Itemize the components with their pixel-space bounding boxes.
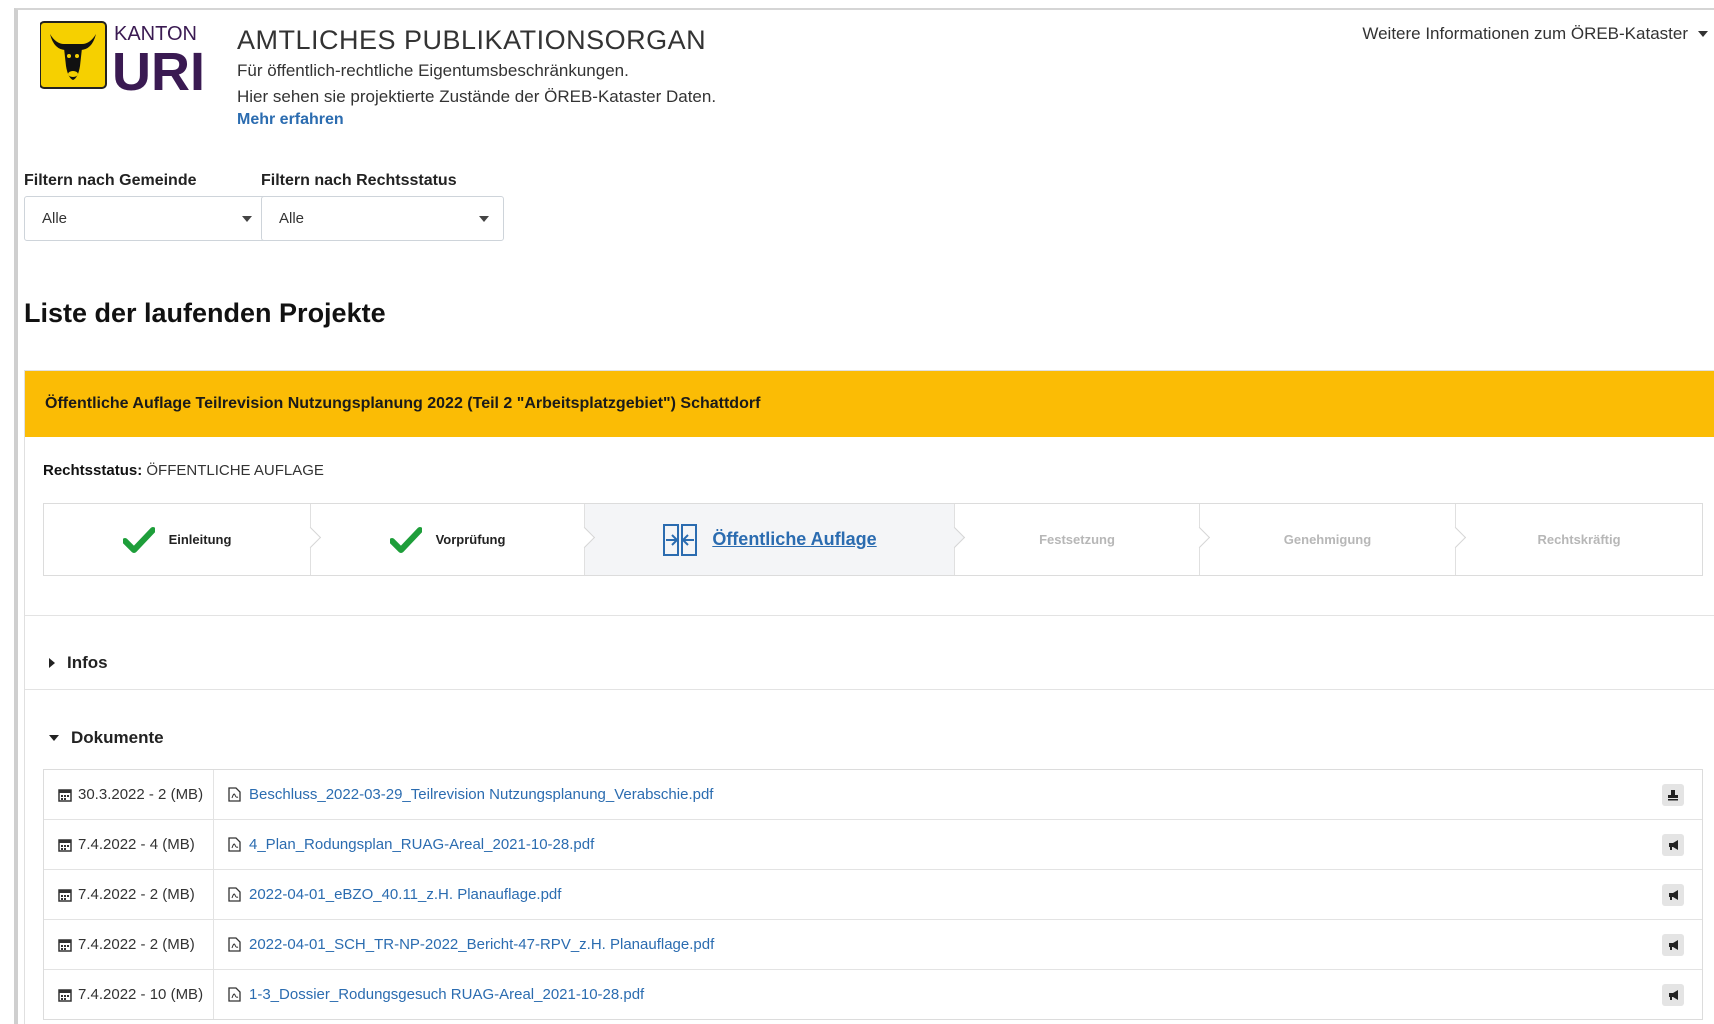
- doc-date-cell: 7.4.2022 - 4 (MB): [44, 820, 214, 869]
- step-rechtskraeftig: Rechtskräftig: [1456, 504, 1702, 575]
- table-row: 7.4.2022 - 2 (MB) 2022-04-01_eBZO_40.11_…: [44, 870, 1702, 920]
- calendar-icon: [58, 938, 72, 952]
- filter-gemeinde-select[interactable]: Alle: [24, 196, 267, 241]
- chevron-down-icon: [1698, 31, 1708, 37]
- filter-rechtsstatus-label: Filtern nach Rechtsstatus: [261, 172, 457, 189]
- process-stepper: Einleitung Vorprüfung Öffentliche Auflag…: [43, 503, 1703, 576]
- step-vorpruefung[interactable]: Vorprüfung: [311, 504, 596, 575]
- step-label-active[interactable]: Öffentliche Auflage: [712, 529, 876, 550]
- step-label: Festsetzung: [1039, 532, 1115, 547]
- chevron-down-icon: [479, 215, 489, 222]
- doc-date: 7.4.2022 - 2 (MB): [78, 936, 195, 953]
- table-row: 7.4.2022 - 4 (MB) 4_Plan_Rodungsplan_RUA…: [44, 820, 1702, 870]
- merge-arrows-icon: [663, 523, 698, 556]
- calendar-icon: [58, 888, 72, 902]
- pdf-file-icon: [228, 987, 241, 1002]
- doc-file-name: 2022-04-01_SCH_TR-NP-2022_Bericht-47-RPV…: [249, 936, 715, 953]
- checkmark-icon: [389, 526, 422, 553]
- filter-rechtsstatus-select[interactable]: Alle: [261, 196, 504, 241]
- step-label: Einleitung: [168, 532, 232, 547]
- checkmark-icon: [122, 526, 155, 553]
- doc-file-link[interactable]: 1-3_Dossier_Rodungsgesuch RUAG-Areal_202…: [214, 986, 1662, 1003]
- status-label: Rechtsstatus:: [43, 462, 143, 479]
- infos-label: Infos: [67, 653, 108, 672]
- doc-file-name: 1-3_Dossier_Rodungsgesuch RUAG-Areal_202…: [249, 986, 645, 1003]
- status-value: ÖFFENTLICHE AUFLAGE: [146, 462, 324, 479]
- doc-date: 30.3.2022 - 2 (MB): [78, 786, 204, 803]
- doc-date-cell: 7.4.2022 - 2 (MB): [44, 870, 214, 919]
- table-row: 30.3.2022 - 2 (MB) Beschluss_2022-03-29_…: [44, 770, 1702, 820]
- calendar-icon: [58, 988, 72, 1002]
- documents-table: 30.3.2022 - 2 (MB) Beschluss_2022-03-29_…: [43, 769, 1703, 1020]
- infos-toggle[interactable]: Infos: [49, 653, 108, 673]
- pdf-file-icon: [228, 937, 241, 952]
- project-card: Öffentliche Auflage Teilrevision Nutzung…: [24, 370, 1714, 1024]
- doc-file-link[interactable]: Beschluss_2022-03-29_Teilrevision Nutzun…: [214, 786, 1662, 803]
- table-row: 7.4.2022 - 2 (MB) 2022-04-01_SCH_TR-NP-2…: [44, 920, 1702, 970]
- step-label: Genehmigung: [1283, 532, 1372, 547]
- app-frame: KANTON URI AMTLICHES PUBLIKATIONSORGAN F…: [14, 8, 1714, 1024]
- pdf-file-icon: [228, 787, 241, 802]
- step-einleitung[interactable]: Einleitung: [44, 504, 322, 575]
- project-title: Öffentliche Auflage Teilrevision Nutzung…: [25, 371, 1714, 437]
- calendar-icon: [58, 788, 72, 802]
- chevron-down-icon: [242, 215, 252, 222]
- dokumente-toggle[interactable]: Dokumente: [49, 728, 164, 748]
- pdf-file-icon: [228, 887, 241, 902]
- svg-text:URI: URI: [112, 42, 205, 100]
- doc-date: 7.4.2022 - 4 (MB): [78, 836, 195, 853]
- megaphone-icon: [1669, 889, 1678, 900]
- pdf-file-icon: [228, 837, 241, 852]
- org-subtitle-2: Hier sehen sie projektierte Zustände der…: [237, 87, 717, 106]
- doc-action-button[interactable]: [1662, 933, 1684, 956]
- doc-action-button[interactable]: [1662, 783, 1684, 806]
- caret-right-icon: [49, 658, 55, 668]
- step-label: Rechtskräftig: [1537, 532, 1621, 547]
- table-row: 7.4.2022 - 10 (MB) 1-3_Dossier_Rodungsge…: [44, 970, 1702, 1019]
- megaphone-icon: [1669, 989, 1678, 1000]
- org-title: AMTLICHES PUBLIKATIONSORGAN: [237, 25, 707, 55]
- doc-file-link[interactable]: 2022-04-01_SCH_TR-NP-2022_Bericht-47-RPV…: [214, 936, 1662, 953]
- doc-file-link[interactable]: 2022-04-01_eBZO_40.11_z.H. Planauflage.p…: [214, 886, 1662, 903]
- doc-action-button[interactable]: [1662, 833, 1684, 856]
- doc-file-name: 2022-04-01_eBZO_40.11_z.H. Planauflage.p…: [249, 886, 562, 903]
- caret-down-icon: [49, 735, 59, 741]
- doc-date-cell: 30.3.2022 - 2 (MB): [44, 770, 214, 819]
- doc-date-cell: 7.4.2022 - 10 (MB): [44, 970, 214, 1019]
- doc-file-name: 4_Plan_Rodungsplan_RUAG-Areal_2021-10-28…: [249, 836, 595, 853]
- step-genehmigung: Genehmigung: [1200, 504, 1467, 575]
- filter-gemeinde-value: Alle: [42, 210, 68, 227]
- doc-file-link[interactable]: 4_Plan_Rodungsplan_RUAG-Areal_2021-10-28…: [214, 836, 1662, 853]
- status-line: Rechtsstatus: ÖFFENTLICHE AUFLAGE: [43, 462, 324, 479]
- doc-date: 7.4.2022 - 2 (MB): [78, 886, 195, 903]
- step-oeffentliche-auflage[interactable]: Öffentliche Auflage: [585, 504, 966, 575]
- dokumente-label: Dokumente: [71, 728, 164, 747]
- page-title: Liste der laufenden Projekte: [24, 298, 386, 328]
- filter-gemeinde-label: Filtern nach Gemeinde: [24, 172, 197, 189]
- divider: [25, 615, 1714, 616]
- filter-rechtsstatus-value: Alle: [279, 210, 305, 227]
- more-info-link[interactable]: Mehr erfahren: [237, 111, 344, 129]
- doc-action-button[interactable]: [1662, 983, 1684, 1006]
- doc-file-name: Beschluss_2022-03-29_Teilrevision Nutzun…: [249, 786, 714, 803]
- kanton-uri-logo[interactable]: KANTON URI: [39, 20, 210, 102]
- info-menu-dropdown[interactable]: Weitere Informationen zum ÖREB-Kataster: [1362, 24, 1708, 44]
- step-label: Vorprüfung: [435, 532, 506, 547]
- megaphone-icon: [1669, 939, 1678, 950]
- org-subtitle-1: Für öffentlich-rechtliche Eigentumsbesch…: [237, 61, 629, 80]
- calendar-icon: [58, 838, 72, 852]
- step-festsetzung: Festsetzung: [955, 504, 1211, 575]
- doc-action-button[interactable]: [1662, 883, 1684, 906]
- megaphone-icon: [1669, 839, 1678, 850]
- doc-date: 7.4.2022 - 10 (MB): [78, 986, 204, 1003]
- divider: [25, 689, 1714, 690]
- stamp-icon: [1668, 789, 1678, 800]
- doc-date-cell: 7.4.2022 - 2 (MB): [44, 920, 214, 969]
- info-menu-label: Weitere Informationen zum ÖREB-Kataster: [1362, 24, 1688, 43]
